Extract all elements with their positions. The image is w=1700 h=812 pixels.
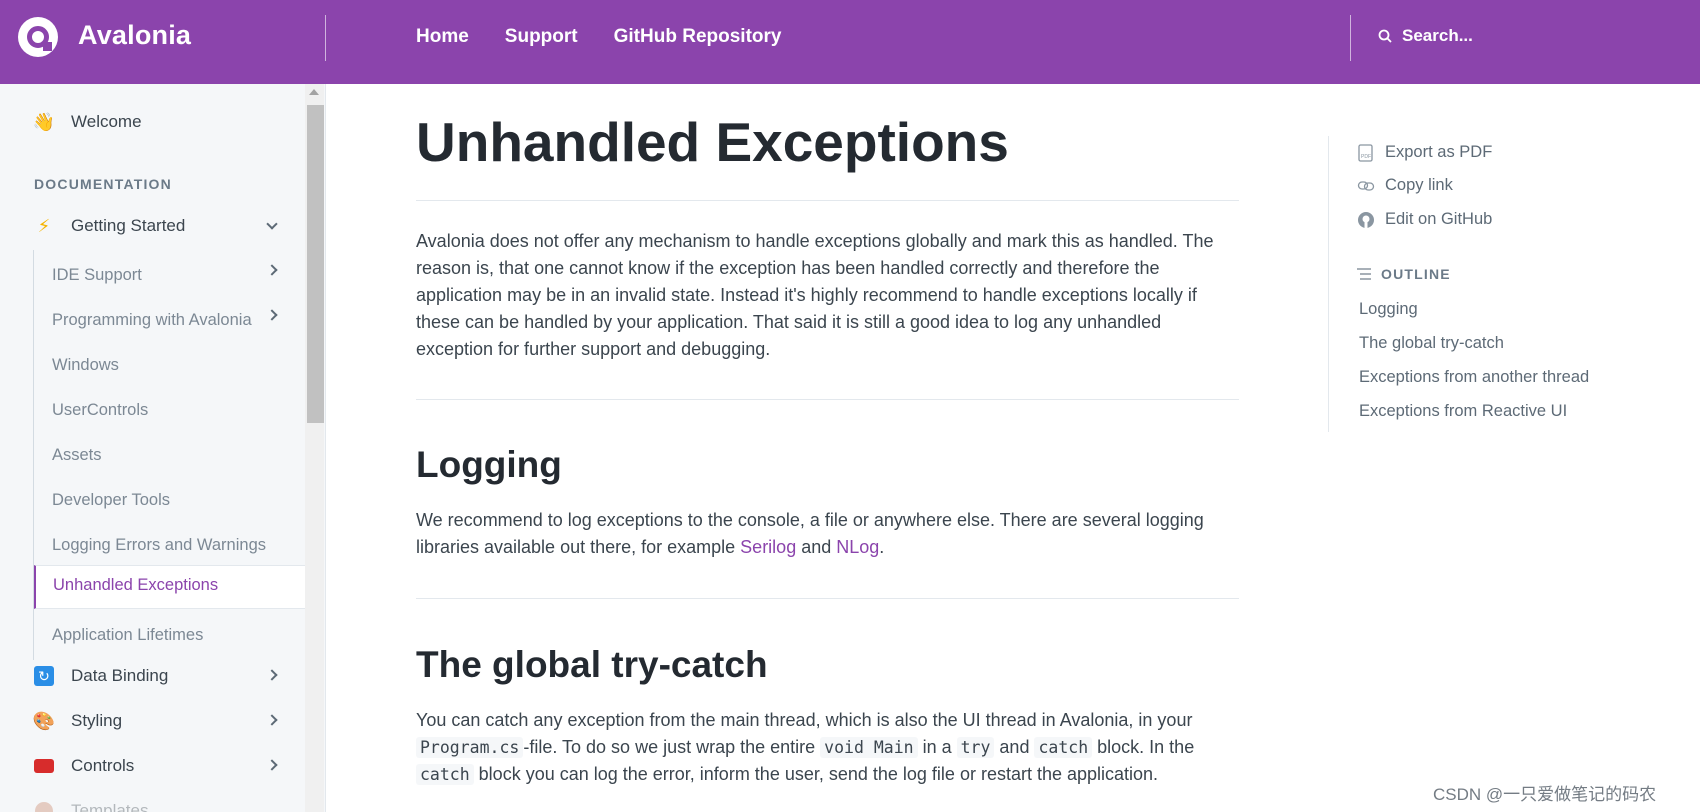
toc-action-label: Export as PDF	[1385, 143, 1493, 161]
intro-paragraph: Avalonia does not offer any mechanism to…	[416, 231, 1214, 359]
search-placeholder: Search...	[1402, 26, 1473, 45]
sidebar-item-logging-errors[interactable]: Logging Errors and Warnings	[52, 533, 266, 557]
outline-label: OUTLINE	[1381, 266, 1451, 282]
paragraph-text: and	[796, 537, 837, 557]
paragraph-text: block you can log the error, inform the …	[473, 764, 1159, 784]
divider	[416, 598, 1239, 599]
heading-logging: Logging	[416, 444, 562, 485]
refresh-icon: ↻	[33, 665, 55, 687]
sidebar-item-assets[interactable]: Assets	[52, 443, 102, 467]
sidebar-item-ide-support[interactable]: IDE Support	[52, 263, 142, 287]
toc-link-global-try-catch[interactable]: The global try-catch	[1359, 334, 1504, 353]
sidebar-item-controls[interactable]: Controls	[33, 753, 134, 779]
page-toc: PDF Export as PDF Copy link Edit on GitH…	[1328, 136, 1628, 432]
top-nav: Home Support GitHub Repository	[416, 26, 781, 48]
serilog-link[interactable]: Serilog	[740, 537, 796, 557]
sidebar-item-windows[interactable]: Windows	[52, 353, 119, 377]
outline-header: OUTLINE	[1357, 266, 1451, 282]
divider	[416, 200, 1239, 201]
inline-code: Program.cs	[416, 737, 524, 758]
toc-link-another-thread[interactable]: Exceptions from another thread	[1359, 368, 1589, 387]
top-header: Avalonia Home Support GitHub Repository …	[0, 0, 1700, 84]
inline-code: void Main	[820, 737, 918, 758]
svg-text:PDF: PDF	[1361, 154, 1371, 160]
sidebar-section-label: DOCUMENTATION	[34, 176, 172, 192]
link-icon	[1357, 177, 1375, 195]
sidebar-item-getting-started[interactable]: ⚡ Getting Started	[33, 213, 186, 239]
template-icon	[33, 800, 55, 812]
sidebar-item-unhandled-exceptions[interactable]: Unhandled Exceptions	[34, 565, 306, 609]
paragraph-text: block. In the	[1092, 737, 1195, 757]
sidebar-item-label: Getting Started	[71, 216, 186, 235]
sidebar-item-label: Styling	[71, 711, 123, 730]
waving-hand-icon: 👋	[32, 111, 56, 132]
getting-started-subgroup: IDE Support Programming with Avalonia Wi…	[33, 250, 306, 660]
sidebar-item-label: Welcome	[71, 112, 142, 131]
paragraph-text: .	[879, 537, 885, 557]
chevron-right-icon[interactable]	[266, 759, 278, 771]
sidebar-item-usercontrols[interactable]: UserControls	[52, 398, 148, 422]
edit-on-github-button[interactable]: Edit on GitHub	[1357, 210, 1492, 229]
toc-link-logging[interactable]: Logging	[1359, 300, 1418, 319]
sidebar-item-label: Controls	[71, 756, 135, 775]
paragraph-text: and	[994, 737, 1035, 757]
heading-global-try-catch: The global try-catch	[416, 644, 768, 685]
sidebar-item-programming-with-avalonia[interactable]: Programming with Avalonia	[52, 308, 252, 332]
sidebar-scrollbar-thumb[interactable]	[307, 105, 324, 423]
toc-link-reactive-ui[interactable]: Exceptions from Reactive UI	[1359, 402, 1567, 421]
chevron-right-icon[interactable]	[266, 669, 278, 681]
global-try-catch-paragraph: You can catch any exception from the mai…	[416, 707, 1240, 788]
sidebar-item-label: Templates	[71, 801, 149, 812]
sidebar-item-application-lifetimes[interactable]: Application Lifetimes	[52, 623, 203, 647]
search-icon	[1378, 29, 1392, 43]
github-icon	[1357, 211, 1375, 229]
list-icon	[1357, 268, 1371, 280]
sidebar-item-templates[interactable]: Templates	[33, 798, 148, 812]
paragraph-text: in a	[917, 737, 957, 757]
inline-code: try	[956, 737, 995, 758]
copy-link-button[interactable]: Copy link	[1357, 176, 1453, 195]
lightning-icon: ⚡	[37, 215, 51, 236]
page-title: Unhandled Exceptions	[416, 111, 1009, 173]
nav-home[interactable]: Home	[416, 26, 469, 48]
search-input[interactable]: Search...	[1378, 26, 1473, 46]
chevron-right-icon[interactable]	[266, 714, 278, 726]
brand-name[interactable]: Avalonia	[78, 20, 191, 51]
export-pdf-button[interactable]: PDF Export as PDF	[1357, 143, 1492, 162]
scroll-up-arrow-icon[interactable]	[309, 89, 319, 95]
pdf-icon: PDF	[1357, 143, 1375, 162]
sidebar-item-developer-tools[interactable]: Developer Tools	[52, 488, 170, 512]
sidebar-item-welcome[interactable]: 👋 Welcome	[33, 109, 142, 135]
nlog-link[interactable]: NLog	[836, 537, 879, 557]
header-divider	[325, 15, 326, 61]
sidebar: 👋 Welcome DOCUMENTATION ⚡ Getting Starte…	[0, 84, 326, 812]
nav-support[interactable]: Support	[505, 26, 578, 48]
paragraph-text: You can catch any exception from the mai…	[416, 710, 1193, 730]
chevron-down-icon[interactable]	[266, 218, 278, 230]
sidebar-item-data-binding[interactable]: ↻ Data Binding	[33, 663, 168, 689]
paragraph-text: -file. To do so we just wrap the entire	[523, 737, 821, 757]
sidebar-item-styling[interactable]: 🎨 Styling	[33, 708, 122, 734]
avalonia-logo-icon[interactable]	[18, 17, 58, 57]
inline-code: catch	[1034, 737, 1093, 758]
sidebar-item-label: Unhandled Exceptions	[53, 576, 219, 594]
toc-action-label: Edit on GitHub	[1385, 210, 1493, 228]
divider	[416, 399, 1239, 400]
logging-paragraph: We recommend to log exceptions to the co…	[416, 507, 1240, 561]
toolbox-icon	[33, 755, 55, 777]
inline-code: catch	[416, 764, 474, 785]
palette-icon: 🎨	[32, 710, 56, 731]
sidebar-item-label: Data Binding	[71, 666, 169, 685]
toc-action-label: Copy link	[1385, 176, 1453, 194]
watermark: CSDN @一只爱做笔记的码农	[1433, 785, 1657, 804]
header-divider	[1350, 15, 1351, 61]
nav-github-repository[interactable]: GitHub Repository	[614, 26, 782, 48]
